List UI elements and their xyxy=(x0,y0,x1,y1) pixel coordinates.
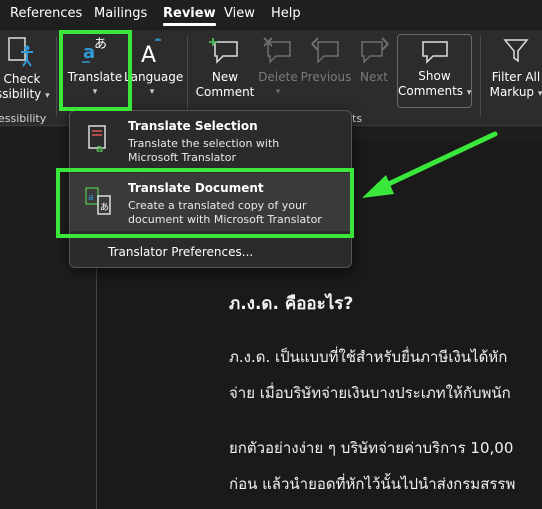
show-comments-label-2: Comments ▾ xyxy=(398,84,472,98)
delete-comment-icon xyxy=(263,37,291,64)
svg-text:A: A xyxy=(141,43,156,66)
new-comment-label-2: Comment xyxy=(195,85,255,99)
check-accessibility-label-1: Check xyxy=(3,72,41,86)
translate-selection-title: Translate Selection xyxy=(128,119,258,133)
chevron-down-icon: ▾ xyxy=(149,87,155,97)
next-label: Next xyxy=(360,70,388,84)
chevron-down-icon: ▾ xyxy=(45,91,50,101)
next-comment-icon xyxy=(361,37,389,64)
document-heading: ภ.ง.ด. คืออะไร? xyxy=(229,294,354,314)
document-paragraph-line: ก่อน แล้วนำยอดที่หักไว้นั้นไปนำส่งกรมสรร… xyxy=(229,475,516,493)
language-button[interactable]: A Language ▾ xyxy=(124,34,184,100)
filter-markup-button[interactable]: Filter All Markup ▾ xyxy=(486,36,542,102)
svg-text:a: a xyxy=(96,142,103,155)
delete-label: Delete xyxy=(258,70,298,84)
language-label: Language xyxy=(124,70,184,84)
translate-selection-desc: Microsoft Translator xyxy=(128,151,236,164)
ribbon-tab-bar: References Mailings Review View Help xyxy=(0,0,542,30)
chevron-down-icon: ▾ xyxy=(275,87,281,97)
accessibility-icon xyxy=(8,37,33,67)
check-accessibility-button[interactable]: Check ssibility ▾ xyxy=(0,36,50,104)
previous-comment-icon xyxy=(311,37,339,64)
translator-preferences-item[interactable]: Translator Preferences... xyxy=(108,245,253,259)
translate-button-highlight xyxy=(59,30,132,111)
filter-icon xyxy=(503,39,529,63)
document-paragraph-line: จ่าย เมื่อบริษัทจ่ายเงินบางประเภทให้กับพ… xyxy=(229,384,511,402)
arrow-icon xyxy=(362,131,498,198)
new-comment-icon xyxy=(209,38,238,64)
document-paragraph-line: ภ.ง.ด. เป็นแบบที่ใช้สำหรับยื่นภาษีเงินได… xyxy=(229,348,508,366)
next-comment-button[interactable]: Next xyxy=(356,36,392,85)
comments-group-label: ts xyxy=(352,112,363,125)
show-comments-button[interactable]: Show Comments ▾ xyxy=(397,34,472,108)
tab-references[interactable]: References xyxy=(10,6,82,21)
tab-review[interactable]: Review xyxy=(163,6,216,26)
show-comments-label-1: Show xyxy=(418,69,451,83)
language-icon: A xyxy=(141,38,161,68)
comments-icon xyxy=(421,41,448,64)
translate-document-highlight xyxy=(56,168,354,238)
filter-markup-label-1: Filter All xyxy=(491,70,541,84)
accessibility-group-label: essibility xyxy=(0,112,47,125)
separator xyxy=(187,36,188,116)
separator xyxy=(480,36,481,116)
previous-comment-button[interactable]: Previous xyxy=(300,36,352,85)
previous-label: Previous xyxy=(300,70,352,84)
tab-mailings[interactable]: Mailings xyxy=(94,6,147,21)
translate-selection-desc: Translate the selection with xyxy=(128,137,280,150)
chevron-down-icon: ▾ xyxy=(466,88,472,98)
filter-markup-label-2: Markup ▾ xyxy=(489,85,542,99)
tab-help[interactable]: Help xyxy=(271,6,301,21)
translate-selection-icon: a xyxy=(88,125,106,155)
document-paragraph-line: ยกตัวอย่างง่าย ๆ บริษัทจ่ายค่าบริการ 10,… xyxy=(229,439,514,457)
separator xyxy=(56,36,57,116)
chevron-down-icon: ▾ xyxy=(537,89,542,99)
delete-comment-button[interactable]: Delete ▾ xyxy=(258,36,298,100)
tab-view[interactable]: View xyxy=(224,6,255,21)
check-accessibility-label-2: ssibility ▾ xyxy=(0,87,50,101)
new-comment-label-1: New xyxy=(211,70,239,84)
new-comment-button[interactable]: New Comment xyxy=(194,36,256,100)
